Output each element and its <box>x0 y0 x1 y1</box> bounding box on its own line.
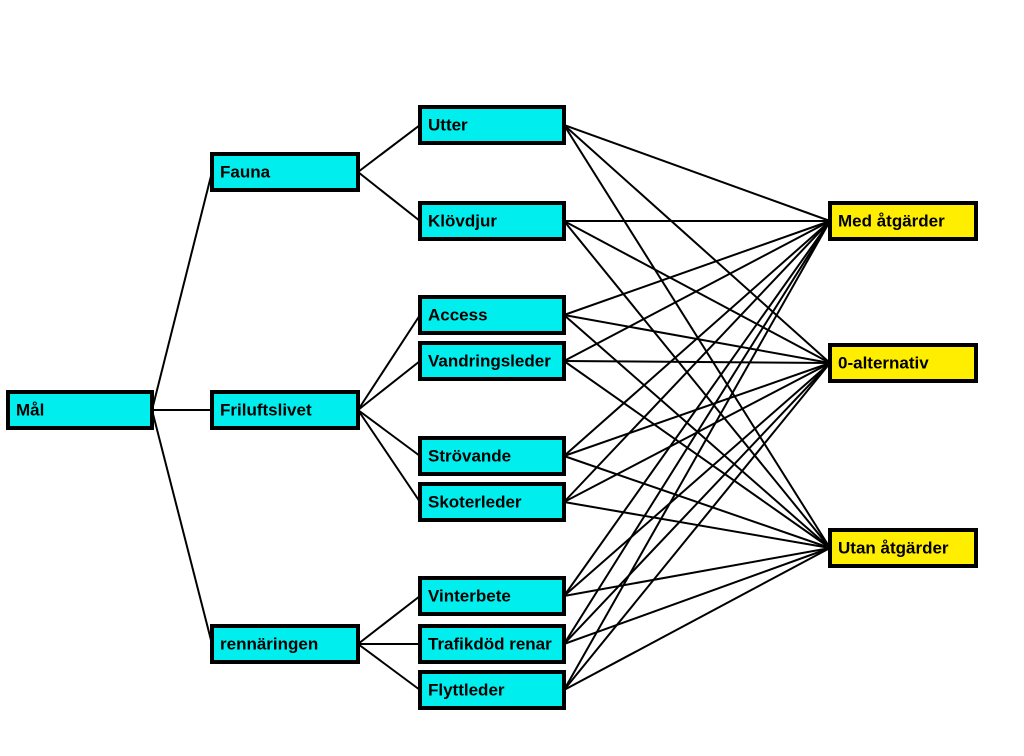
alternative-nollalt-label: 0-alternativ <box>838 353 929 372</box>
link-vinterbete-to-med_atgarder <box>563 220 831 597</box>
link-access-to-med_atgarder <box>563 220 831 316</box>
links-criteria-to-subcriteria <box>357 124 421 691</box>
link-utter-to-med_atgarder <box>563 124 831 222</box>
link-strovande-to-utan_atgarder <box>563 455 831 549</box>
link-vinterbete-to-nollalt <box>563 362 831 597</box>
nodes-layer: Mål Fauna Friluftslivet rennäringen Utter Klö… <box>6 105 978 710</box>
ahp-hierarchy-diagram: Mål Fauna Friluftslivet rennäringen Utter Klö… <box>0 0 1024 756</box>
alternative-nollalt[interactable]: 0-alternativ <box>828 343 978 383</box>
subcriterion-trafikdod-label: Trafikdöd renar <box>428 634 552 653</box>
link-rennaringen-to-flyttleder <box>357 643 421 691</box>
link-friluftslivet-to-strovande <box>357 409 421 457</box>
alternative-utan_atgarder-label: Utan åtgärder <box>838 538 949 557</box>
link-rennaringen-to-vinterbete <box>357 595 421 645</box>
diagram-canvas: Mål Fauna Friluftslivet rennäringen Utter Klö… <box>6 105 978 710</box>
alternative-med_atgarder-label: Med åtgärder <box>838 211 945 230</box>
link-fauna-to-klovdjur <box>357 171 421 222</box>
links-subcriteria-to-alternatives <box>563 124 831 691</box>
subcriterion-flyttleder-label: Flyttleder <box>428 680 505 699</box>
subcriterion-skoterleder[interactable]: Skoterleder <box>418 482 566 522</box>
subcriterion-klovdjur-label: Klövdjur <box>428 211 497 230</box>
subcriterion-skoterleder-label: Skoterleder <box>428 492 522 511</box>
subcriterion-access[interactable]: Access <box>418 295 566 335</box>
link-flyttleder-to-nollalt <box>563 362 831 691</box>
subcriterion-vinterbete-label: Vinterbete <box>428 586 511 605</box>
subcriterion-vandringsleder[interactable]: Vandringsleder <box>418 341 566 381</box>
criterion-rennaringen[interactable]: rennäringen <box>210 624 360 664</box>
link-friluftslivet-to-access <box>357 314 421 411</box>
subcriterion-trafikdod[interactable]: Trafikdöd renar <box>418 624 566 664</box>
criterion-rennaringen-label: rennäringen <box>220 634 318 653</box>
subcriterion-flyttleder[interactable]: Flyttleder <box>418 670 566 710</box>
link-friluftslivet-to-vandringsleder <box>357 360 421 411</box>
link-fauna-to-utter <box>357 124 421 173</box>
subcriterion-access-label: Access <box>428 305 488 324</box>
links-goal-to-criteria <box>151 171 213 645</box>
link-strovande-to-med_atgarder <box>563 220 831 457</box>
link-mal-to-fauna <box>151 171 213 411</box>
goal-mal[interactable]: Mål <box>6 390 154 430</box>
subcriterion-klovdjur[interactable]: Klövdjur <box>418 201 566 241</box>
subcriterion-utter[interactable]: Utter <box>418 105 566 145</box>
link-trafikdod-to-nollalt <box>563 362 831 645</box>
link-friluftslivet-to-skoterleder <box>357 409 421 503</box>
criterion-fauna[interactable]: Fauna <box>210 152 360 192</box>
alternative-med_atgarder[interactable]: Med åtgärder <box>828 201 978 241</box>
link-mal-to-rennaringen <box>151 409 213 645</box>
subcriterion-utter-label: Utter <box>428 115 468 134</box>
subcriterion-vandringsleder-label: Vandringsleder <box>428 351 551 370</box>
criterion-fauna-label: Fauna <box>220 162 271 181</box>
criterion-friluftslivet[interactable]: Friluftslivet <box>210 390 360 430</box>
subcriterion-strovande[interactable]: Strövande <box>418 436 566 476</box>
link-trafikdod-to-med_atgarder <box>563 220 831 645</box>
subcriterion-strovande-label: Strövande <box>428 446 511 465</box>
subcriterion-vinterbete[interactable]: Vinterbete <box>418 576 566 616</box>
alternative-utan_atgarder[interactable]: Utan åtgärder <box>828 528 978 568</box>
link-utter-to-nollalt <box>563 124 831 364</box>
link-vinterbete-to-utan_atgarder <box>563 547 831 597</box>
goal-mal-label: Mål <box>16 400 44 419</box>
link-utter-to-utan_atgarder <box>563 124 831 549</box>
criterion-friluftslivet-label: Friluftslivet <box>220 400 312 419</box>
link-trafikdod-to-utan_atgarder <box>563 547 831 645</box>
